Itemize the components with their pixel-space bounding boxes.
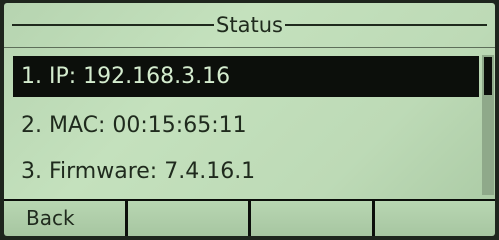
softkey-back[interactable]: Back bbox=[4, 201, 125, 236]
header-divider bbox=[4, 47, 495, 48]
phone-lcd-screen: Status 1. IP: 192.168.3.16 2. MAC: 00:15… bbox=[4, 3, 495, 236]
softkey-2[interactable] bbox=[127, 201, 248, 236]
scrollbar-thumb[interactable] bbox=[484, 57, 492, 95]
scrollbar[interactable] bbox=[482, 55, 494, 195]
softkey-bar: Back bbox=[4, 199, 495, 236]
softkey-3[interactable] bbox=[251, 201, 372, 236]
menu-item-firmware[interactable]: 3. Firmware: 7.4.16.1 bbox=[13, 151, 479, 192]
header-rule-left bbox=[12, 24, 215, 26]
screen-header: Status bbox=[4, 3, 495, 47]
menu-item-mac[interactable]: 2. MAC: 00:15:65:11 bbox=[13, 105, 479, 146]
screen-title: Status bbox=[216, 12, 283, 37]
menu-item-ip[interactable]: 1. IP: 192.168.3.16 bbox=[13, 56, 479, 97]
softkey-4[interactable] bbox=[374, 201, 495, 236]
header-rule-right bbox=[284, 24, 488, 26]
